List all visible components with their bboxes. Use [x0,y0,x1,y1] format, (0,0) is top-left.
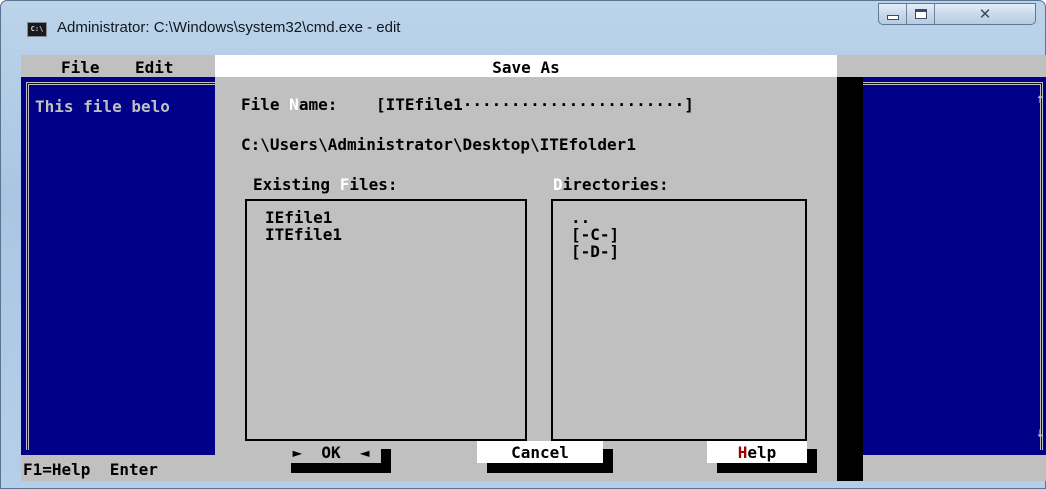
directory-item[interactable]: [-C-] [571,226,619,243]
editor-frame [26,82,215,450]
editor-pane[interactable]: This file belo [21,77,215,455]
menu-file[interactable]: File [61,58,100,77]
maximize-button[interactable] [907,4,935,24]
file-name-hotkey: N [289,95,299,114]
close-button[interactable]: ✕ [935,4,1035,24]
editor-pane-right[interactable]: ↑ ↓ [862,77,1046,455]
dirs-hotkey: D [553,175,563,194]
save-as-dialog: Save As File Name: [ITEfile1············… [215,55,837,481]
help-label-rest: elp [747,443,777,462]
file-item[interactable]: ITEfile1 [265,226,342,243]
button-shadow [487,463,613,473]
caption-buttons: ✕ [878,3,1036,25]
directories-label: Directories: [553,175,669,194]
help-hotkey: H [737,443,748,462]
close-icon: ✕ [978,5,992,23]
scroll-up-arrow-icon[interactable]: ↑ [1036,91,1046,107]
ok-focus-marker-right: ◄ [359,443,370,462]
dirs-label-post: irectories: [562,175,669,194]
editor-frame-right [862,82,1043,450]
files-label-pre: Existing [253,175,340,194]
file-item[interactable]: IEfile1 [265,209,342,226]
directory-item[interactable]: [-D-] [571,243,619,260]
editor-text: This file belo [35,97,170,116]
minimize-button[interactable] [879,4,907,24]
minimize-icon [886,14,899,20]
button-shadow [717,463,817,473]
dialog-title: Save As [492,58,560,77]
current-directory-path: C:\Users\Administrator\Desktop\ITEfolder… [241,135,636,154]
console-window: C:\ Administrator: C:\Windows\system32\c… [0,0,1046,489]
ok-button-label: ► OK ◄ [281,443,381,462]
ok-button[interactable]: ► OK ◄ [281,441,391,473]
cancel-button[interactable]: Cancel [477,441,613,473]
directories-list[interactable]: .. [-C-] [-D-] [551,199,807,441]
button-shadow [291,463,391,473]
existing-files-label: Existing Files: [253,175,398,194]
console-client-area: File Edit This file belo ↑ ↓ F1=Help Ent… [21,55,1046,481]
cancel-label: Cancel [511,443,569,462]
maximize-icon [914,9,927,19]
ok-label: OK [321,443,341,462]
status-text: F1=Help Enter [23,460,158,479]
files-label-post: iles: [349,175,398,194]
file-name-label-post: ame: [298,95,338,114]
title-bar[interactable]: C:\ Administrator: C:\Windows\system32\c… [1,1,1045,45]
scroll-down-arrow-icon[interactable]: ↓ [1036,425,1046,441]
file-name-label: File Name: [241,95,337,114]
menu-edit[interactable]: Edit [135,58,174,77]
files-hotkey: F [339,175,350,194]
ok-focus-marker-left: ► [292,443,303,462]
file-name-input[interactable]: [ITEfile1·······················] [376,95,694,114]
help-button[interactable]: Help [707,441,817,473]
window-title: Administrator: C:\Windows\system32\cmd.e… [57,19,401,36]
existing-files-list[interactable]: IEfile1 ITEfile1 [245,199,527,441]
help-button-label: Help [707,443,807,462]
cmd-icon[interactable]: C:\ [27,22,47,37]
dialog-shadow [837,77,863,481]
file-name-label-pre: File [241,95,290,114]
directory-item[interactable]: .. [571,209,619,226]
dialog-title-bar: Save As [215,55,837,77]
